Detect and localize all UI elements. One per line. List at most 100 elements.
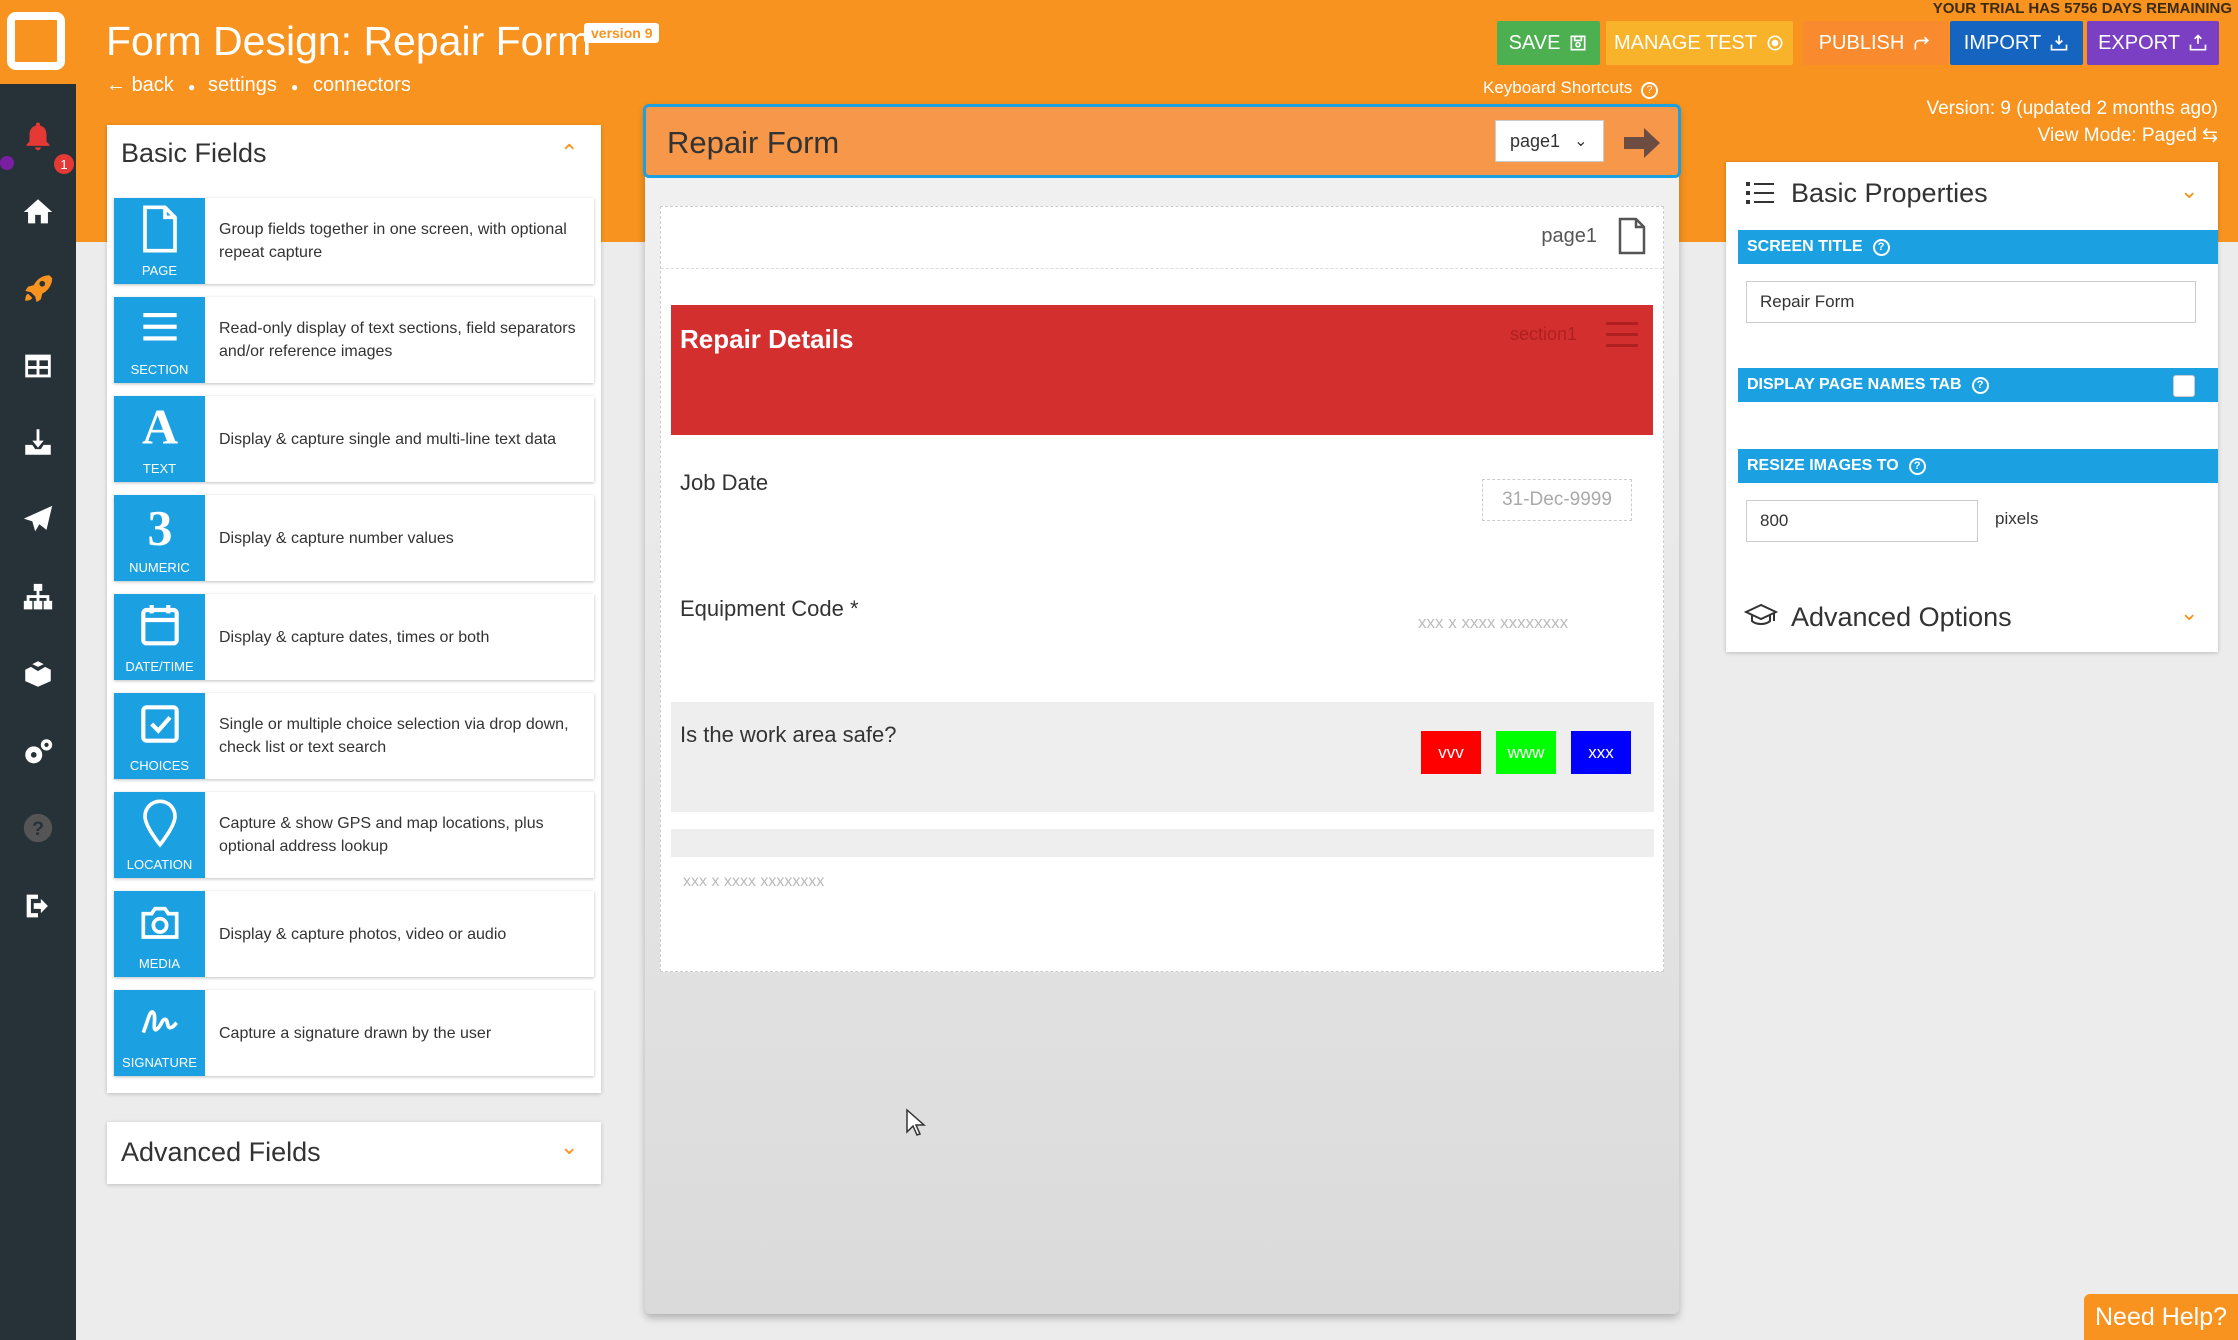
version-badge: version 9 (584, 23, 660, 43)
field-type-label: NUMERIC (129, 560, 190, 575)
bell-icon[interactable] (0, 116, 76, 156)
resize-images-header: RESIZE IMAGES TO ? (1738, 449, 2218, 483)
resize-images-input[interactable]: 800 (1746, 500, 1978, 542)
field-card-media[interactable]: MEDIA Display & capture photos, video or … (114, 891, 594, 977)
home-icon[interactable] (0, 192, 76, 232)
mouse-cursor-icon (905, 1108, 927, 1143)
page-names-tab-checkbox[interactable] (2173, 375, 2195, 397)
view-mode-toggle[interactable]: View Mode: Paged ⇆ (1926, 122, 2218, 149)
publish-button[interactable]: PUBLISH (1803, 21, 1948, 65)
advanced-options-title[interactable]: Advanced Options (1791, 602, 2012, 633)
choice-vvv[interactable]: vvv (1421, 731, 1481, 774)
equipment-code-input[interactable]: xxx x xxxx xxxxxxxx (1418, 613, 1568, 633)
page-bar[interactable] (661, 207, 1663, 269)
help-circle-icon[interactable]: ? (1908, 457, 1926, 475)
keyboard-shortcuts-link[interactable]: Keyboard Shortcuts ? (1483, 78, 1659, 99)
field-card-numeric[interactable]: 3 NUMERIC Display & capture number values (114, 495, 594, 581)
advanced-fields-title: Advanced Fields (121, 1137, 321, 1167)
logout-icon[interactable] (0, 886, 76, 926)
field-card-datetime[interactable]: DATE/TIME Display & capture dates, times … (114, 594, 594, 680)
calendar-icon (138, 600, 182, 655)
export-button[interactable]: EXPORT (2087, 21, 2219, 65)
breadcrumb-back: back (131, 74, 174, 96)
breadcrumb-settings[interactable]: settings (208, 74, 277, 97)
field-type-description: Display & capture dates, times or both (219, 628, 490, 646)
page-select-value: page1 (1510, 130, 1561, 151)
field-type-description: Capture a signature drawn by the user (219, 1024, 492, 1042)
screen-title-input[interactable]: Repair Form (1746, 281, 2196, 323)
field-placeholder[interactable]: xxx x xxxx xxxxxxxx (683, 873, 824, 891)
version-text: Version: 9 (updated 2 months ago) (1926, 98, 2218, 119)
arrow-left-icon: ← (106, 74, 126, 96)
send-icon[interactable] (0, 500, 76, 540)
checkbox-icon (138, 699, 182, 754)
gears-icon[interactable] (0, 732, 76, 772)
notification-badge: 1 (54, 154, 74, 174)
page-names-tab-label: DISPLAY PAGE NAMES TAB (1747, 376, 1962, 393)
choice-www[interactable]: www (1496, 731, 1556, 774)
breadcrumb-connectors[interactable]: connectors (313, 74, 411, 97)
list-icon (1746, 180, 1774, 211)
field-type-icon-tile: DATE/TIME (114, 594, 205, 680)
page-title: Form Design: Repair Form (106, 18, 592, 64)
save-label: SAVE (1508, 31, 1561, 54)
trial-notice: YOUR TRIAL HAS 5756 DAYS REMAINING (1932, 0, 2232, 17)
app-logo[interactable] (0, 0, 76, 84)
chevron-down-icon[interactable]: ⌄ (2180, 600, 2198, 626)
sitemap-icon[interactable] (0, 578, 76, 618)
save-button[interactable]: SAVE (1497, 21, 1600, 65)
chevron-down-icon[interactable]: ⌄ (560, 1134, 578, 1160)
back-link[interactable]: ← back (106, 74, 174, 97)
field-type-label: SIGNATURE (122, 1055, 197, 1070)
field-card-location[interactable]: LOCATION Capture & show GPS and map locat… (114, 792, 594, 878)
export-label: EXPORT (2098, 31, 2180, 54)
chevron-up-icon[interactable]: ⌃ (560, 140, 578, 166)
chevron-down-icon: ⌄ (1574, 133, 1588, 150)
field-type-label: CHOICES (129, 758, 190, 773)
page-select[interactable]: page1 ⌄ (1495, 120, 1604, 162)
breadcrumb-separator: ● (291, 80, 299, 94)
help-circle-icon: ? (1641, 82, 1659, 99)
field-card-choices[interactable]: CHOICES Single or multiple choice selecti… (114, 693, 594, 779)
empty-field-row[interactable] (671, 829, 1654, 857)
next-page-arrow-icon[interactable] (1622, 126, 1662, 165)
sidebar: 1 ? (0, 0, 76, 1340)
field-type-description: Single or multiple choice selection via … (219, 716, 569, 756)
rocket-icon[interactable] (0, 268, 76, 308)
page-names-tab-header: DISPLAY PAGE NAMES TAB ? (1738, 368, 2218, 402)
field-card-text[interactable]: A TEXT Display & capture single and multi-… (114, 396, 594, 482)
hamburger-icon[interactable] (1606, 322, 1638, 347)
field-card-page[interactable]: PAGE Group fields together in one screen,… (114, 198, 594, 284)
help-icon[interactable]: ? (0, 808, 76, 848)
field-type-description: Read-only display of text sections, fiel… (219, 320, 576, 360)
field-type-icon-tile: LOCATION (114, 792, 205, 878)
field-type-label: DATE/TIME (125, 659, 194, 674)
manage-test-button[interactable]: MANAGE TEST (1606, 21, 1793, 65)
document-icon (1617, 217, 1647, 260)
chevron-down-icon[interactable]: ⌄ (2180, 178, 2198, 204)
page-name: page1 (1541, 225, 1597, 247)
field-type-label: SECTION (130, 362, 189, 377)
text-icon: A (138, 399, 182, 457)
field-type-label: MEDIA (138, 956, 181, 971)
page-icon (138, 204, 182, 259)
import-button[interactable]: IMPORT (1950, 21, 2083, 65)
share-icon (1914, 36, 1930, 50)
safe-question-label: Is the work area safe? (680, 722, 897, 747)
manage-test-label: MANAGE TEST (1614, 31, 1757, 54)
job-date-input[interactable]: 31-Dec-9999 (1482, 479, 1632, 521)
download-icon[interactable] (0, 422, 76, 462)
help-circle-icon[interactable]: ? (1971, 376, 1989, 394)
choice-xxx[interactable]: xxx (1571, 731, 1631, 774)
basic-fields-title: Basic Fields (121, 138, 267, 168)
field-type-label: LOCATION (126, 857, 193, 872)
svg-text:3: 3 (147, 501, 172, 551)
need-help-button[interactable]: Need Help? (2084, 1294, 2238, 1340)
section-icon (138, 303, 182, 358)
field-card-section[interactable]: SECTION Read-only display of text section… (114, 297, 594, 383)
field-card-signature[interactable]: SIGNATURE Capture a signature drawn by th… (114, 990, 594, 1076)
help-circle-icon[interactable]: ? (1872, 238, 1890, 256)
field-type-description: Group fields together in one screen, wit… (219, 221, 567, 261)
boxes-icon[interactable] (0, 654, 76, 694)
grid-icon[interactable] (0, 346, 76, 386)
